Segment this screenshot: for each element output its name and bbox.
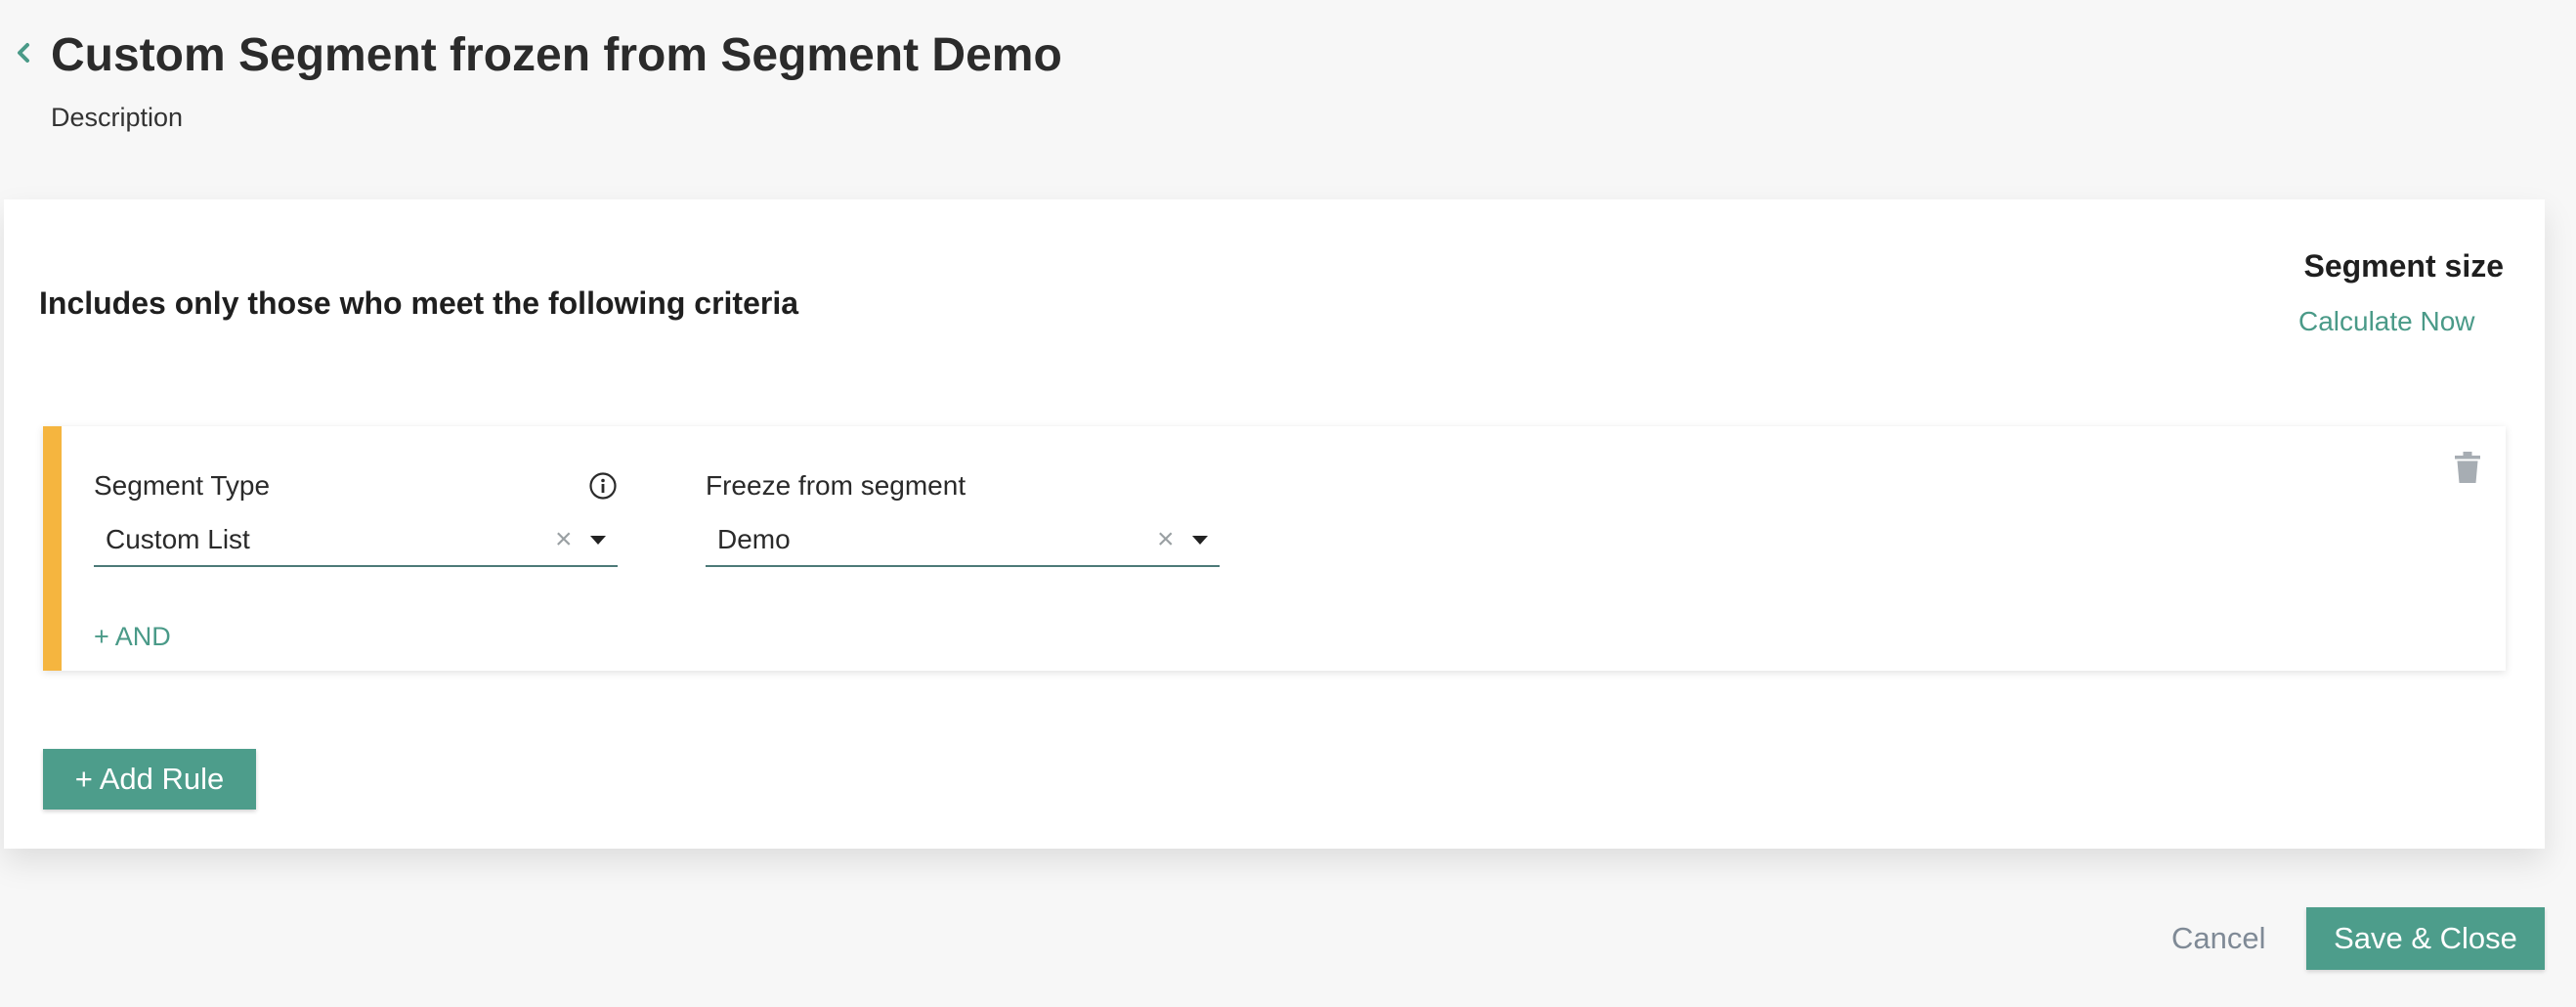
add-and-condition-button[interactable]: + AND [94, 618, 171, 655]
segment-type-label: Segment Type [94, 470, 271, 501]
segment-size-label: Segment size [2303, 248, 2504, 284]
page-title: Custom Segment frozen from Segment Demo [51, 29, 1062, 81]
freeze-from-segment-value: Demo [717, 524, 791, 554]
chevron-left-icon[interactable] [12, 35, 35, 70]
segment-type-value: Custom List [106, 524, 250, 554]
freeze-from-segment-label: Freeze from segment [706, 470, 966, 501]
clear-icon[interactable]: × [555, 520, 573, 559]
criteria-heading: Includes only those who meet the followi… [39, 285, 798, 321]
rule-block: Segment Type Custom List × Freeze from s… [43, 426, 2506, 671]
page-header: Custom Segment frozen from Segment Demo … [0, 0, 2576, 196]
chevron-down-icon[interactable] [1192, 536, 1208, 545]
segment-type-select[interactable]: Custom List × [94, 514, 618, 567]
rule-accent-bar [43, 426, 62, 671]
add-rule-button[interactable]: + Add Rule [43, 749, 256, 810]
chevron-down-icon[interactable] [590, 536, 606, 545]
info-icon[interactable] [588, 471, 618, 501]
clear-icon[interactable]: × [1157, 520, 1175, 559]
cancel-button[interactable]: Cancel [2171, 917, 2266, 960]
trash-icon[interactable] [2455, 452, 2480, 483]
page-description[interactable]: Description [51, 100, 183, 135]
freeze-from-segment-select[interactable]: Demo × [706, 514, 1220, 567]
save-and-close-button[interactable]: Save & Close [2306, 907, 2545, 970]
calculate-now-link[interactable]: Calculate Now [2298, 303, 2475, 340]
